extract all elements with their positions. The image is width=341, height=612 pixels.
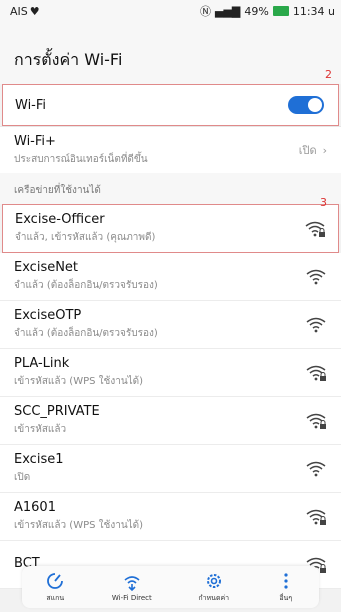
network-row[interactable]: A1601 เข้ารหัสแล้ว (WPS ใช้งานได้) [0, 493, 341, 541]
network-text: ExciseNet จำแล้ว (ต้องล็อกอิน/ตรวจรับรอง) [14, 260, 158, 293]
wifi-plus-row[interactable]: Wi-Fi+ ประสบการณ์อินเทอร์เน็ตที่ดีขึ้น เ… [0, 126, 341, 173]
wifi-lock-icon [306, 365, 326, 381]
network-desc: เข้ารหัสแล้ว (WPS ใช้งานได้) [14, 376, 144, 387]
battery-percent: 49% [244, 4, 269, 18]
chevron-right-icon: › [322, 143, 327, 157]
network-row[interactable]: SCC_PRIVATE เข้ารหัสแล้ว [0, 397, 341, 445]
bottom-action-bar: สแกน Wi-Fi Direct กำหนดค่า อื่นๆ [22, 566, 319, 608]
network-row[interactable]: ExciseOTP จำแล้ว (ต้องล็อกอิน/ตรวจรับรอง) [0, 301, 341, 349]
scan-button[interactable]: สแกน [45, 571, 65, 604]
section-available-networks: เครือข่ายที่ใช้งานได้ [0, 173, 341, 204]
network-name: ExciseNet [14, 260, 79, 275]
gear-icon [206, 573, 221, 588]
wifi-label: Wi-Fi [15, 97, 47, 113]
status-bar: AIS ♥ Ⓝ ▄▅▇ 49% 11:34 u [0, 0, 341, 22]
config-button[interactable]: กำหนดค่า [198, 571, 229, 604]
wifi-lock-icon [306, 413, 326, 429]
wifi-plus-label: Wi-Fi+ [14, 133, 56, 149]
config-label: กำหนดค่า [198, 593, 230, 602]
network-text: PLA-Link เข้ารหัสแล้ว (WPS ใช้งานได้) [14, 356, 143, 389]
wifi-lock-icon [305, 221, 325, 237]
wifi-toggle-row[interactable]: Wi-Fi [2, 84, 339, 126]
wifi-direct-button[interactable]: Wi-Fi Direct [112, 572, 152, 602]
wifi-direct-label: Wi-Fi Direct [111, 594, 152, 602]
wifi-plus-desc: ประสบการณ์อินเทอร์เน็ตที่ดีขึ้น [14, 153, 148, 165]
annotation-2: 2 [325, 68, 332, 81]
page-title: การตั้งค่า Wi-Fi [0, 22, 341, 84]
network-name: Excise-Officer [15, 212, 105, 227]
network-desc: เข้ารหัสแล้ว [14, 424, 67, 435]
network-text: ExciseOTP จำแล้ว (ต้องล็อกอิน/ตรวจรับรอง) [14, 308, 158, 341]
network-desc: จำแล้ว, เข้ารหัสแล้ว (คุณภาพดี) [15, 232, 156, 243]
network-name: Excise1 [14, 452, 64, 467]
more-icon [284, 572, 288, 589]
network-desc: จำแล้ว (ต้องล็อกอิน/ตรวจรับรอง) [14, 280, 158, 291]
clock: 11:34 u [292, 4, 335, 18]
battery-icon [272, 6, 289, 16]
more-label: อื่นๆ [279, 593, 293, 602]
carrier-label: AIS [10, 4, 28, 18]
network-row[interactable]: ExciseNet จำแล้ว (ต้องล็อกอิน/ตรวจรับรอง) [0, 253, 341, 301]
network-desc: เปิด [14, 472, 31, 483]
network-row[interactable]: PLA-Link เข้ารหัสแล้ว (WPS ใช้งานได้) [0, 349, 341, 397]
wifi-direct-icon [124, 576, 140, 592]
heart-icon: ♥ [29, 4, 40, 18]
network-row[interactable]: Excise-Officer จำแล้ว, เข้ารหัสแล้ว (คุณภ… [2, 204, 339, 253]
wifi-icon [306, 317, 326, 332]
network-desc: เข้ารหัสแล้ว (WPS ใช้งานได้) [14, 520, 144, 531]
wifi-icon [306, 461, 326, 476]
network-text: Excise1 เปิด [14, 452, 63, 485]
scan-label: สแกน [46, 593, 65, 602]
signal-icon: ▄▅▇ [214, 4, 241, 18]
network-text: A1601 เข้ารหัสแล้ว (WPS ใช้งานได้) [14, 500, 143, 533]
annotation-3: 3 [320, 196, 327, 209]
wifi-lock-icon [306, 509, 326, 525]
wifi-plus-value: เปิด [298, 144, 317, 157]
network-list: Excise-Officer จำแล้ว, เข้ารหัสแล้ว (คุณภ… [0, 204, 341, 589]
network-name: PLA-Link [14, 356, 70, 371]
network-name: SCC_PRIVATE [14, 404, 100, 419]
more-button[interactable]: อื่นๆ [276, 571, 296, 604]
network-name: ExciseOTP [14, 308, 82, 323]
network-text: SCC_PRIVATE เข้ารหัสแล้ว [14, 404, 100, 437]
network-desc: จำแล้ว (ต้องล็อกอิน/ตรวจรับรอง) [14, 328, 158, 339]
scan-icon [47, 572, 64, 589]
network-text: Excise-Officer จำแล้ว, เข้ารหัสแล้ว (คุณภ… [15, 212, 155, 245]
wifi-toggle[interactable] [288, 96, 324, 114]
network-row[interactable]: Excise1 เปิด [0, 445, 341, 493]
network-name: A1601 [14, 500, 56, 515]
nfc-icon: Ⓝ [199, 5, 211, 18]
wifi-icon [306, 269, 326, 284]
